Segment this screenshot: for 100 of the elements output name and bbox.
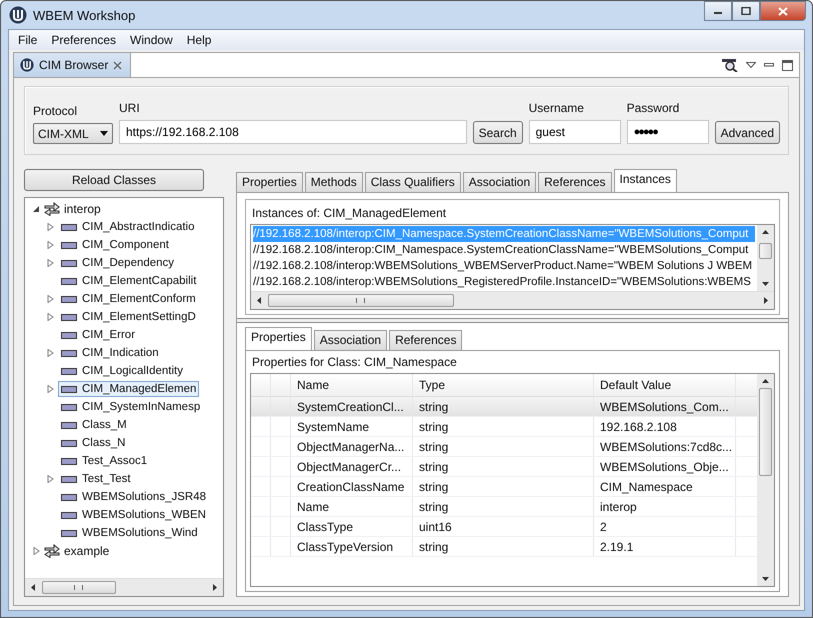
table-row[interactable]: SystemCreationCl... string WBEMSolutions_Com... bbox=[251, 397, 757, 417]
maximize-icon[interactable] bbox=[782, 60, 793, 70]
class-icon bbox=[61, 458, 77, 464]
menu-item[interactable]: File bbox=[11, 33, 44, 47]
scroll-arrow-icon[interactable] bbox=[762, 229, 769, 236]
table-cell: 192.168.2.108 bbox=[594, 417, 736, 436]
table-cell: uint16 bbox=[413, 517, 594, 536]
instance-path[interactable]: //192.168.2.108/interop:WBEMSolutions_RegisteredProfile.InstanceID="WBEMSolutions:WBEMS bbox=[253, 274, 755, 290]
tree-item[interactable]: WBEMSolutions_Wind bbox=[58, 525, 201, 541]
tree-item[interactable]: CIM_Dependency bbox=[58, 255, 178, 271]
scroll-arrow-icon[interactable] bbox=[30, 584, 37, 591]
scroll-arrow-icon[interactable] bbox=[762, 297, 769, 304]
app-logo-icon bbox=[9, 6, 27, 24]
tree-item[interactable]: WBEMSolutions_JSR48 bbox=[58, 489, 209, 505]
protocol-dropdown[interactable]: CIM-XML bbox=[33, 123, 113, 144]
dropdown-icon[interactable] bbox=[746, 62, 756, 68]
menu-item[interactable]: Window bbox=[123, 33, 180, 47]
maximize-button[interactable] bbox=[732, 1, 760, 21]
tree-item[interactable]: CIM_ElementSettingD bbox=[58, 309, 199, 325]
instance-path[interactable]: //192.168.2.108/interop:WBEMSolutions_WBEMServerProduct.Name="WBEM Solutions J WBEM bbox=[253, 258, 755, 274]
tab[interactable]: Association bbox=[462, 172, 536, 192]
collapsed-triangle-icon[interactable] bbox=[47, 385, 54, 393]
tab[interactable]: Instances bbox=[614, 169, 677, 192]
reload-classes-button[interactable]: Reload Classes bbox=[24, 169, 204, 191]
scroll-arrow-icon[interactable] bbox=[256, 297, 263, 304]
tree-item[interactable]: Test_Assoc1 bbox=[58, 453, 150, 469]
table-row[interactable]: ClassTypeVersion string 2.19.1 bbox=[251, 537, 757, 557]
collapsed-triangle-icon[interactable] bbox=[47, 349, 54, 357]
table-row[interactable]: CreationClassName string CIM_Namespace bbox=[251, 477, 757, 497]
collapsed-triangle-icon[interactable] bbox=[47, 223, 54, 231]
class-icon bbox=[61, 242, 77, 248]
tree-item[interactable]: CIM_Indication bbox=[58, 345, 162, 361]
collapsed-triangle-icon[interactable] bbox=[47, 241, 54, 249]
tree-item[interactable]: Test_Test bbox=[58, 471, 134, 487]
expanded-triangle-icon[interactable] bbox=[33, 205, 40, 213]
tree-item[interactable]: CIM_AbstractIndicatio bbox=[58, 219, 198, 235]
class-icon bbox=[61, 422, 77, 428]
tab[interactable]: Properties bbox=[245, 327, 312, 350]
vertical-scrollbar[interactable] bbox=[757, 374, 774, 586]
password-field[interactable]: ●●●●● bbox=[626, 120, 709, 144]
vertical-scrollbar[interactable] bbox=[757, 225, 774, 291]
minimize-button[interactable] bbox=[704, 1, 732, 21]
table-row[interactable]: ClassType uint16 2 bbox=[251, 517, 757, 537]
uri-field[interactable]: https://192.168.2.108 bbox=[119, 120, 467, 144]
tree-item[interactable]: CIM_SystemInNamesp bbox=[58, 399, 204, 415]
view-tab[interactable]: CIM Browser bbox=[14, 53, 132, 77]
scroll-arrow-icon[interactable] bbox=[211, 584, 218, 591]
table-row[interactable]: ObjectManagerCr... string WBEMSolutions_Obje... bbox=[251, 457, 757, 477]
advanced-button[interactable]: Advanced bbox=[714, 121, 780, 144]
table-cell: string bbox=[413, 437, 594, 456]
tab[interactable]: Class Qualifiers bbox=[364, 172, 461, 192]
collapsed-triangle-icon[interactable] bbox=[33, 547, 40, 555]
table-row[interactable]: Name string interop bbox=[251, 497, 757, 517]
app-logo-icon bbox=[20, 58, 34, 72]
tree-item[interactable]: example bbox=[64, 544, 110, 558]
table-row[interactable]: ObjectManagerNa... string WBEMSolutions:7cd8c... bbox=[251, 437, 757, 457]
tree-item[interactable]: CIM_Error bbox=[58, 327, 138, 343]
horizontal-scrollbar[interactable] bbox=[25, 578, 223, 596]
instance-path[interactable]: //192.168.2.108/interop:CIM_Namespace.SystemCreationClassName="WBEMSolutions_Comput bbox=[253, 242, 755, 258]
collapsed-triangle-icon[interactable] bbox=[47, 313, 54, 321]
close-button[interactable] bbox=[760, 1, 806, 21]
tree-item[interactable]: Class_N bbox=[58, 435, 128, 451]
scroll-arrow-icon[interactable] bbox=[762, 575, 769, 582]
tree-item[interactable]: WBEMSolutions_WBEN bbox=[58, 507, 209, 523]
tab[interactable]: References bbox=[538, 172, 612, 192]
tree-item[interactable]: Class_M bbox=[58, 417, 130, 433]
collapsed-triangle-icon[interactable] bbox=[47, 475, 54, 483]
tree-item[interactable]: CIM_ElementConform bbox=[58, 291, 199, 307]
scroll-thumb[interactable] bbox=[268, 294, 454, 307]
search-button[interactable]: Search bbox=[472, 121, 523, 144]
scroll-arrow-icon[interactable] bbox=[762, 378, 769, 385]
class-icon bbox=[61, 260, 77, 266]
scroll-thumb[interactable] bbox=[759, 388, 772, 476]
close-icon[interactable] bbox=[113, 60, 122, 70]
menu-item[interactable]: Preferences bbox=[44, 33, 124, 47]
scroll-arrow-icon[interactable] bbox=[762, 280, 769, 287]
search-icon[interactable] bbox=[722, 58, 738, 72]
scroll-thumb[interactable] bbox=[42, 581, 116, 594]
table-cell: string bbox=[413, 537, 594, 556]
column-header[interactable]: Name bbox=[291, 374, 413, 396]
tree-item[interactable]: CIM_LogicalIdentity bbox=[58, 363, 186, 379]
tree-item[interactable]: CIM_ElementCapabilit bbox=[58, 273, 200, 289]
tab[interactable]: References bbox=[389, 330, 462, 350]
minimize-icon[interactable] bbox=[764, 63, 774, 67]
horizontal-scrollbar[interactable] bbox=[251, 291, 774, 309]
table-row[interactable]: SystemName string 192.168.2.108 bbox=[251, 417, 757, 437]
collapsed-triangle-icon[interactable] bbox=[47, 259, 54, 267]
tree-item[interactable]: CIM_Component bbox=[58, 237, 172, 253]
menu-item[interactable]: Help bbox=[180, 33, 218, 47]
column-header[interactable]: Type bbox=[413, 374, 594, 396]
username-field[interactable]: guest bbox=[528, 120, 621, 144]
tree-item[interactable]: CIM_ManagedElemen bbox=[58, 381, 200, 397]
column-header[interactable]: Default Value bbox=[594, 374, 736, 396]
scroll-thumb[interactable] bbox=[759, 243, 772, 259]
tab[interactable]: Association bbox=[314, 330, 388, 350]
tab[interactable]: Properties bbox=[236, 172, 303, 192]
tab[interactable]: Methods bbox=[304, 172, 363, 192]
table-cell: SystemCreationCl... bbox=[291, 397, 413, 416]
tree-item[interactable]: interop bbox=[64, 202, 101, 216]
collapsed-triangle-icon[interactable] bbox=[47, 295, 54, 303]
